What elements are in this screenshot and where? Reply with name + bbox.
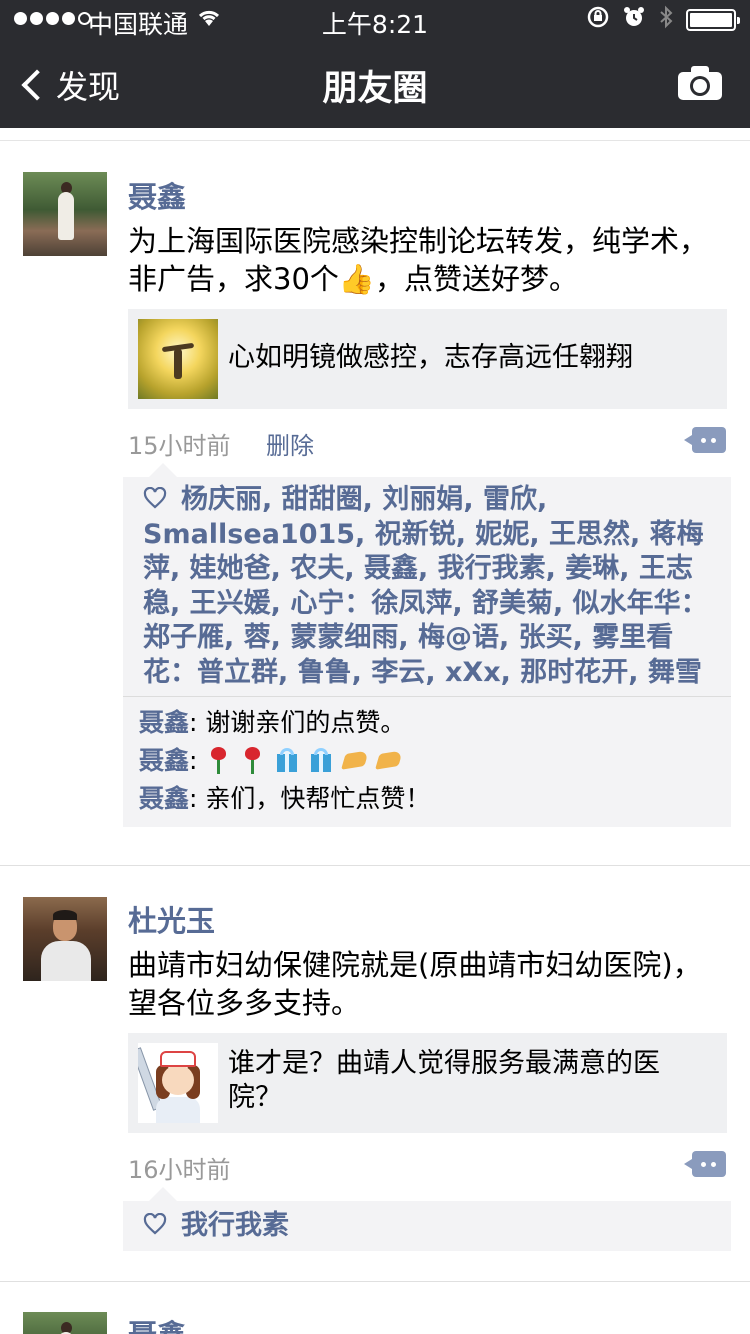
post-text-line: 非广告，求30个👍，点赞送好梦。 (128, 260, 728, 298)
post-text-line: 曲靖市妇幼保健院就是(原曲靖市妇幼医院)， (128, 948, 702, 982)
author-name[interactable]: 聂鑫 (128, 174, 186, 216)
link-thumbnail (138, 319, 218, 399)
comment-text: 亲们，快帮忙点赞！ (205, 784, 431, 813)
comments-list: 聂鑫: 谢谢亲们的点赞。 聂鑫: 聂鑫: 亲们，快帮忙点赞！ (123, 697, 731, 827)
avatar[interactable] (23, 172, 107, 256)
author-name[interactable]: 聂鑫 (128, 1312, 186, 1334)
post-time: 15小时前 (128, 432, 231, 460)
top-bar: 中国联通 上午8:21 发现 朋友圈 (0, 0, 750, 128)
heart-outline-icon (143, 1210, 167, 1235)
clap-icon (341, 746, 370, 774)
bluetooth-icon (658, 5, 674, 35)
comment-dots-icon[interactable] (684, 427, 726, 453)
shared-link-card[interactable]: 心如明镜做感控，志存高远任翱翔 (128, 309, 727, 409)
avatar[interactable] (23, 1312, 107, 1334)
post-text-line: 望各位多多支持。 (128, 986, 361, 1020)
shared-link-card[interactable]: 谁才是？曲靖人觉得服务最满意的医院？ (128, 1033, 727, 1133)
thumbs-up-icon: 👍 (338, 262, 376, 296)
status-bar: 中国联通 上午8:21 (0, 0, 750, 40)
post-text-part: 非广告，求30个 (128, 262, 339, 296)
gift-icon (307, 746, 335, 774)
link-thumbnail (138, 1043, 218, 1123)
comment-dots-icon[interactable] (684, 1151, 726, 1177)
comment-sep: : (189, 784, 206, 813)
nav-bar: 发现 朋友圈 (0, 40, 750, 128)
rotation-lock-icon (586, 5, 610, 35)
comment-sep: : (189, 708, 206, 737)
heart-outline-icon (143, 484, 167, 509)
clap-icon (375, 746, 404, 774)
post-text: 曲靖市妇幼保健院就是(原曲靖市妇幼医院)， 望各位多多支持。 (128, 946, 728, 1022)
likes-names[interactable]: 杨庆丽, 甜甜圈, 刘丽娟, 雷欣, Smallsea1015, 祝新锐, 妮妮… (143, 484, 708, 688)
likes-list: 我行我素 (123, 1201, 731, 1250)
avatar[interactable] (23, 897, 107, 981)
camera-icon[interactable] (678, 66, 722, 100)
rose-icon (205, 746, 233, 774)
link-title: 谁才是？曲靖人觉得服务最满意的医院？ (228, 1048, 660, 1113)
comment-text: 谢谢亲们的点赞。 (205, 708, 406, 737)
likes-box: 我行我素 (123, 1187, 731, 1251)
comment-author[interactable]: 聂鑫 (139, 784, 189, 813)
gift-icon (273, 746, 301, 774)
post-divider (0, 1281, 750, 1282)
comment-author[interactable]: 聂鑫 (139, 746, 189, 775)
comment-item[interactable]: 聂鑫: 亲们，快帮忙点赞！ (139, 781, 715, 817)
likes-comments-box: 杨庆丽, 甜甜圈, 刘丽娟, 雷欣, Smallsea1015, 祝新锐, 妮妮… (123, 463, 731, 827)
author-name[interactable]: 杜光玉 (128, 898, 215, 940)
post-text: 为上海国际医院感染控制论坛转发，纯学术， 非广告，求30个👍，点赞送好梦。 (128, 222, 728, 298)
top-divider (0, 140, 750, 141)
comment-author[interactable]: 聂鑫 (139, 708, 189, 737)
page-title: 朋友圈 (322, 69, 428, 109)
post-text-part: ，点赞送好梦。 (375, 262, 579, 296)
comment-item[interactable]: 聂鑫: 谢谢亲们的点赞。 (139, 705, 715, 741)
post-text-line: 为上海国际医院感染控制论坛转发，纯学术， (128, 224, 709, 258)
delete-button[interactable]: 删除 (266, 426, 314, 461)
comment-item[interactable]: 聂鑫: (139, 743, 715, 779)
comment-sep: : (189, 746, 206, 775)
post-time: 16小时前 (128, 1156, 231, 1184)
rose-icon (239, 746, 267, 774)
link-title: 心如明镜做感控，志存高远任翱翔 (228, 342, 633, 373)
battery-icon (686, 9, 740, 31)
post-divider (0, 865, 750, 866)
likes-names[interactable]: 我行我素 (181, 1210, 289, 1241)
likes-list: 杨庆丽, 甜甜圈, 刘丽娟, 雷欣, Smallsea1015, 祝新锐, 妮妮… (123, 477, 731, 696)
alarm-icon (622, 5, 646, 35)
